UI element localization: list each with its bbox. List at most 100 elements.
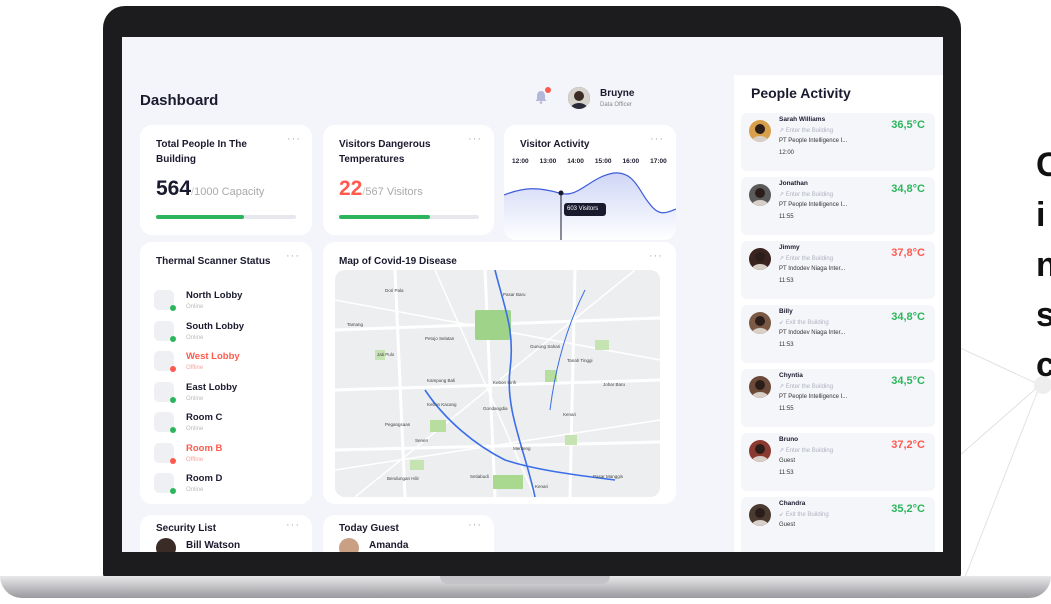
dangerous-progress: [339, 215, 479, 219]
dangerous-progress-fill: [339, 215, 430, 219]
map-label: Kampung Bali: [427, 378, 456, 383]
guest-name: Amanda: [369, 540, 409, 551]
scanner-item[interactable]: East Lobby Online: [154, 380, 294, 408]
person-temperature: 34,5°C: [891, 375, 925, 387]
person-action-text: Enter the Building: [785, 256, 834, 262]
security-list-card: Security List ··· Bill Watson: [140, 515, 312, 552]
status-dot: [170, 488, 176, 494]
person-time: 11:55: [779, 406, 794, 412]
person-time: 11:55: [779, 214, 794, 220]
scanner-status: Offline: [186, 456, 204, 463]
people-activity-title: People Activity: [751, 85, 851, 101]
person-company: Guest: [779, 522, 796, 528]
avatar: [339, 538, 359, 552]
person-action: ↙ Exit the Building: [779, 319, 829, 326]
person-company: PT People Intelligence I...: [779, 394, 848, 400]
person-action: ↗ Enter the Building: [779, 191, 833, 198]
map-label: Menteng: [513, 446, 531, 451]
dashboard-screen: Dashboard Bruyne Data Officer Total Peop…: [122, 37, 943, 552]
capacity-progress-fill: [156, 215, 245, 219]
more-options-icon[interactable]: ···: [468, 133, 482, 145]
avatar-image: [568, 87, 590, 109]
person-temperature: 37,8°C: [891, 247, 925, 259]
activity-point[interactable]: [558, 190, 564, 196]
enter-arrow-icon: ↗: [779, 384, 785, 390]
map-label: Tanah Tinggi: [567, 358, 593, 363]
activity-tooltip-text: 603 Visitors: [567, 206, 599, 212]
map-label: Pasar Baru: [503, 292, 526, 297]
side-text-line: C: [1036, 146, 1051, 184]
map-label: Dori Pala: [385, 288, 404, 293]
total-people-card: Total People In The Building ··· 564/100…: [140, 125, 312, 235]
avatar[interactable]: [568, 87, 590, 109]
scanner-item[interactable]: Room C Online: [154, 410, 294, 438]
avatar-image: [749, 504, 771, 526]
scanner-item[interactable]: Room B Offline: [154, 441, 294, 469]
activity-item[interactable]: Bruno ↗ Enter the Building Guest 11:53 37,2°…: [741, 433, 935, 491]
more-options-icon[interactable]: ···: [468, 519, 482, 531]
person-action: ↙ Exit the Building: [779, 511, 829, 518]
scanner-status: Online: [186, 426, 204, 432]
dangerous-count: 22: [339, 177, 363, 200]
person-action-text: Exit the Building: [785, 320, 829, 326]
capacity-label: 1000 Capacity: [194, 186, 265, 198]
scanner-status: Offline: [186, 365, 204, 371]
person-time: 11:53: [779, 342, 794, 348]
person-name: Jimmy: [779, 244, 800, 251]
scanner-item[interactable]: North Lobby Online: [154, 288, 294, 316]
scanner-name: South Lobby: [186, 320, 245, 332]
card-title: Visitors Dangerous Temperatures: [339, 139, 431, 165]
person-action: ↗ Enter the Building: [779, 127, 833, 134]
card-title: Today Guest: [339, 523, 399, 534]
status-dot: [170, 396, 176, 403]
activity-item[interactable]: Chyntia ↗ Enter the Building PT People Int…: [741, 369, 935, 427]
map-card: Map of Covid-19 Disease ··· Dori Pala Pa…: [323, 242, 676, 504]
scanner-name: North Lobby: [186, 290, 243, 301]
person-temperature: 34,8°C: [891, 183, 925, 195]
map-label: Kenari: [535, 484, 549, 489]
person-action: ↗ Enter the Building: [779, 383, 833, 390]
more-options-icon[interactable]: ···: [649, 250, 663, 262]
activity-item[interactable]: Jimmy ↗ Enter the Building PT Indodev Niag…: [741, 241, 935, 299]
scanner-item[interactable]: Room D Online: [154, 471, 294, 499]
covid-map[interactable]: Dori Pala Pasar Baru Tamang Petojo Selat…: [335, 270, 660, 497]
enter-arrow-icon: ↗: [779, 128, 785, 134]
avatar: [156, 538, 176, 552]
scanner-item[interactable]: West Lobby Offline: [154, 349, 294, 377]
map-label: Setiabudi: [470, 474, 489, 479]
person-time: 11:53: [779, 278, 794, 284]
activity-item[interactable]: Sarah Williams ↗ Enter the Building PT Peo…: [741, 113, 935, 171]
more-options-icon[interactable]: ···: [287, 133, 301, 145]
map-label: Jati Pulo: [377, 352, 395, 357]
card-title: Total People In The Building: [156, 139, 247, 165]
avatar: [749, 184, 771, 206]
notification-badge: [545, 87, 551, 93]
person-name: Bruno: [779, 436, 799, 443]
activity-item[interactable]: Billy ↙ Exit the Building PT Indodev Niaga…: [741, 305, 935, 363]
side-text-line: s: [1036, 296, 1051, 334]
scanner-name: West Lobby: [186, 351, 240, 362]
more-options-icon[interactable]: ···: [286, 519, 300, 531]
map-label: Kebon Kacang: [427, 402, 457, 407]
person-company: PT Indodev Niaga Inter...: [779, 266, 846, 272]
scanner-name: Room C: [186, 412, 223, 423]
enter-arrow-icon: ↗: [779, 256, 785, 262]
avatar-image: [749, 440, 771, 462]
more-options-icon[interactable]: ···: [286, 250, 300, 262]
person-name: Jonathan: [779, 180, 808, 187]
person-action-text: Enter the Building: [785, 128, 834, 134]
avatar-image: [749, 120, 771, 142]
person-name: Billy: [779, 308, 793, 315]
person-action-text: Enter the Building: [785, 448, 834, 454]
activity-item[interactable]: Jonathan ↗ Enter the Building PT People In…: [741, 177, 935, 235]
scanner-item[interactable]: South Lobby Online: [154, 319, 294, 347]
map-label: Petojo Selatan: [425, 336, 455, 341]
person-time: 11:53: [779, 470, 794, 476]
avatar: [749, 504, 771, 526]
page-title: Dashboard: [140, 92, 219, 109]
map-label: Pegangsaan: [385, 422, 411, 427]
activity-item[interactable]: Chandra ↙ Exit the Building Guest 35,2°C: [741, 497, 935, 552]
side-text-line: c: [1036, 346, 1051, 384]
scanner-status: Online: [186, 304, 204, 310]
card-title: Thermal Scanner Status: [156, 256, 271, 267]
